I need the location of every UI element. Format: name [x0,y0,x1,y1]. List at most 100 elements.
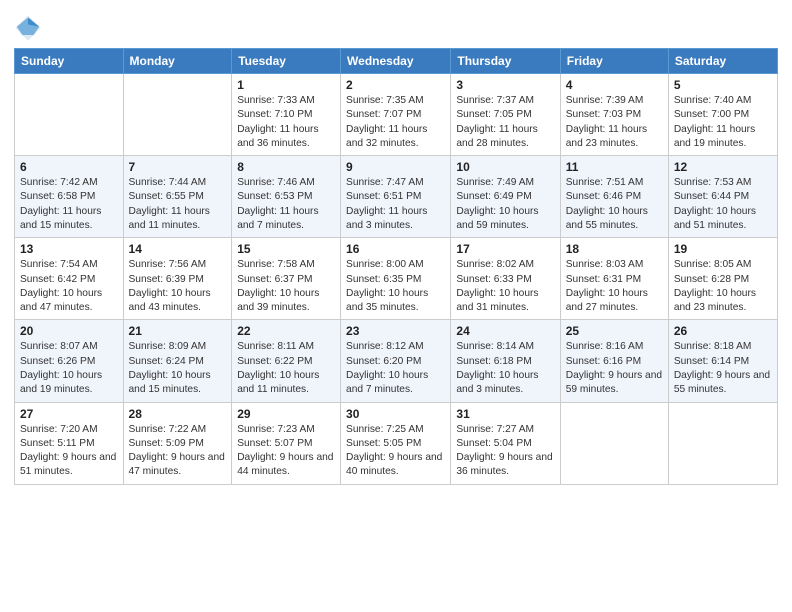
calendar-cell: 17 Sunrise: 8:02 AMSunset: 6:33 PMDayligh… [451,238,560,320]
calendar-cell: 21 Sunrise: 8:09 AMSunset: 6:24 PMDayligh… [123,320,232,402]
day-number: 3 [456,78,554,92]
day-info: Sunrise: 7:51 AMSunset: 6:46 PMDaylight:… [566,176,663,233]
logo [14,14,44,42]
calendar-cell: 26 Sunrise: 8:18 AMSunset: 6:14 PMDayligh… [668,320,777,402]
col-header-thursday: Thursday [451,49,560,74]
day-info: Sunrise: 7:35 AMSunset: 7:07 PMDaylight:… [346,94,445,151]
day-info: Sunrise: 7:54 AMSunset: 6:42 PMDaylight:… [20,258,118,315]
day-number: 7 [129,160,227,174]
calendar-week-row: 13 Sunrise: 7:54 AMSunset: 6:42 PMDayligh… [15,238,778,320]
calendar-cell: 23 Sunrise: 8:12 AMSunset: 6:20 PMDayligh… [341,320,451,402]
day-info: Sunrise: 8:12 AMSunset: 6:20 PMDaylight:… [346,340,445,397]
calendar-week-row: 1 Sunrise: 7:33 AMSunset: 7:10 PMDaylight… [15,74,778,156]
day-number: 21 [129,324,227,338]
day-number: 31 [456,407,554,421]
day-info: Sunrise: 8:14 AMSunset: 6:18 PMDaylight:… [456,340,554,397]
day-info: Sunrise: 7:22 AMSunset: 5:09 PMDaylight:… [129,423,227,480]
day-info: Sunrise: 7:58 AMSunset: 6:37 PMDaylight:… [237,258,335,315]
day-number: 16 [346,242,445,256]
day-number: 12 [674,160,772,174]
day-info: Sunrise: 7:40 AMSunset: 7:00 PMDaylight:… [674,94,772,151]
calendar-cell: 1 Sunrise: 7:33 AMSunset: 7:10 PMDaylight… [232,74,341,156]
day-info: Sunrise: 7:27 AMSunset: 5:04 PMDaylight:… [456,423,554,480]
day-number: 2 [346,78,445,92]
day-info: Sunrise: 8:02 AMSunset: 6:33 PMDaylight:… [456,258,554,315]
day-number: 15 [237,242,335,256]
day-number: 13 [20,242,118,256]
calendar-cell: 7 Sunrise: 7:44 AMSunset: 6:55 PMDaylight… [123,156,232,238]
day-number: 8 [237,160,335,174]
col-header-saturday: Saturday [668,49,777,74]
calendar-cell: 25 Sunrise: 8:16 AMSunset: 6:16 PMDayligh… [560,320,668,402]
calendar-week-row: 20 Sunrise: 8:07 AMSunset: 6:26 PMDayligh… [15,320,778,402]
calendar-week-row: 6 Sunrise: 7:42 AMSunset: 6:58 PMDaylight… [15,156,778,238]
col-header-friday: Friday [560,49,668,74]
day-info: Sunrise: 7:44 AMSunset: 6:55 PMDaylight:… [129,176,227,233]
day-info: Sunrise: 8:18 AMSunset: 6:14 PMDaylight:… [674,340,772,397]
day-number: 20 [20,324,118,338]
calendar-cell: 12 Sunrise: 7:53 AMSunset: 6:44 PMDayligh… [668,156,777,238]
page: SundayMondayTuesdayWednesdayThursdayFrid… [0,0,792,612]
day-info: Sunrise: 8:05 AMSunset: 6:28 PMDaylight:… [674,258,772,315]
calendar-cell: 19Sunrise: 8:05 AMSunset: 6:28 PMDayligh… [668,238,777,320]
day-number: 10 [456,160,554,174]
calendar-week-row: 27 Sunrise: 7:20 AMSunset: 5:11 PMDayligh… [15,402,778,484]
logo-icon [14,14,42,42]
calendar-table: SundayMondayTuesdayWednesdayThursdayFrid… [14,48,778,485]
day-info: Sunrise: 7:23 AMSunset: 5:07 PMDaylight:… [237,423,335,480]
day-info: Sunrise: 7:56 AMSunset: 6:39 PMDaylight:… [129,258,227,315]
calendar-cell: 11Sunrise: 7:51 AMSunset: 6:46 PMDayligh… [560,156,668,238]
day-number: 6 [20,160,118,174]
day-number: 1 [237,78,335,92]
day-info: Sunrise: 8:00 AMSunset: 6:35 PMDaylight:… [346,258,445,315]
calendar-cell: 5 Sunrise: 7:40 AMSunset: 7:00 PMDaylight… [668,74,777,156]
day-info: Sunrise: 7:25 AMSunset: 5:05 PMDaylight:… [346,423,445,480]
calendar-header-row: SundayMondayTuesdayWednesdayThursdayFrid… [15,49,778,74]
day-info: Sunrise: 8:07 AMSunset: 6:26 PMDaylight:… [20,340,118,397]
day-number: 9 [346,160,445,174]
day-info: Sunrise: 7:39 AMSunset: 7:03 PMDaylight:… [566,94,663,151]
day-number: 27 [20,407,118,421]
day-info: Sunrise: 7:42 AMSunset: 6:58 PMDaylight:… [20,176,118,233]
day-info: Sunrise: 7:37 AMSunset: 7:05 PMDaylight:… [456,94,554,151]
day-number: 5 [674,78,772,92]
day-number: 17 [456,242,554,256]
calendar-cell: 13 Sunrise: 7:54 AMSunset: 6:42 PMDayligh… [15,238,124,320]
day-info: Sunrise: 8:09 AMSunset: 6:24 PMDaylight:… [129,340,227,397]
calendar-cell [560,402,668,484]
calendar-cell: 28 Sunrise: 7:22 AMSunset: 5:09 PMDayligh… [123,402,232,484]
calendar-cell: 4Sunrise: 7:39 AMSunset: 7:03 PMDaylight… [560,74,668,156]
day-info: Sunrise: 7:20 AMSunset: 5:11 PMDaylight:… [20,423,118,480]
day-number: 23 [346,324,445,338]
day-number: 18 [566,242,663,256]
calendar-cell: 20 Sunrise: 8:07 AMSunset: 6:26 PMDayligh… [15,320,124,402]
day-info: Sunrise: 7:33 AMSunset: 7:10 PMDaylight:… [237,94,335,151]
day-info: Sunrise: 8:03 AMSunset: 6:31 PMDaylight:… [566,258,663,315]
day-number: 24 [456,324,554,338]
calendar-cell: 31 Sunrise: 7:27 AMSunset: 5:04 PMDayligh… [451,402,560,484]
col-header-monday: Monday [123,49,232,74]
day-info: Sunrise: 7:47 AMSunset: 6:51 PMDaylight:… [346,176,445,233]
calendar-cell: 2 Sunrise: 7:35 AMSunset: 7:07 PMDaylight… [341,74,451,156]
calendar-cell [123,74,232,156]
header [14,10,778,42]
day-info: Sunrise: 8:16 AMSunset: 6:16 PMDaylight:… [566,340,663,397]
day-number: 28 [129,407,227,421]
day-number: 26 [674,324,772,338]
calendar-cell: 8 Sunrise: 7:46 AMSunset: 6:53 PMDaylight… [232,156,341,238]
calendar-cell: 18 Sunrise: 8:03 AMSunset: 6:31 PMDayligh… [560,238,668,320]
col-header-tuesday: Tuesday [232,49,341,74]
day-number: 29 [237,407,335,421]
calendar-cell: 15 Sunrise: 7:58 AMSunset: 6:37 PMDayligh… [232,238,341,320]
day-info: Sunrise: 7:46 AMSunset: 6:53 PMDaylight:… [237,176,335,233]
calendar-cell: 30 Sunrise: 7:25 AMSunset: 5:05 PMDayligh… [341,402,451,484]
day-number: 30 [346,407,445,421]
col-header-sunday: Sunday [15,49,124,74]
day-info: Sunrise: 7:49 AMSunset: 6:49 PMDaylight:… [456,176,554,233]
day-info: Sunrise: 7:53 AMSunset: 6:44 PMDaylight:… [674,176,772,233]
calendar-cell: 9 Sunrise: 7:47 AMSunset: 6:51 PMDaylight… [341,156,451,238]
day-info: Sunrise: 8:11 AMSunset: 6:22 PMDaylight:… [237,340,335,397]
calendar-cell: 29 Sunrise: 7:23 AMSunset: 5:07 PMDayligh… [232,402,341,484]
day-number: 25 [566,324,663,338]
calendar-cell: 6 Sunrise: 7:42 AMSunset: 6:58 PMDaylight… [15,156,124,238]
